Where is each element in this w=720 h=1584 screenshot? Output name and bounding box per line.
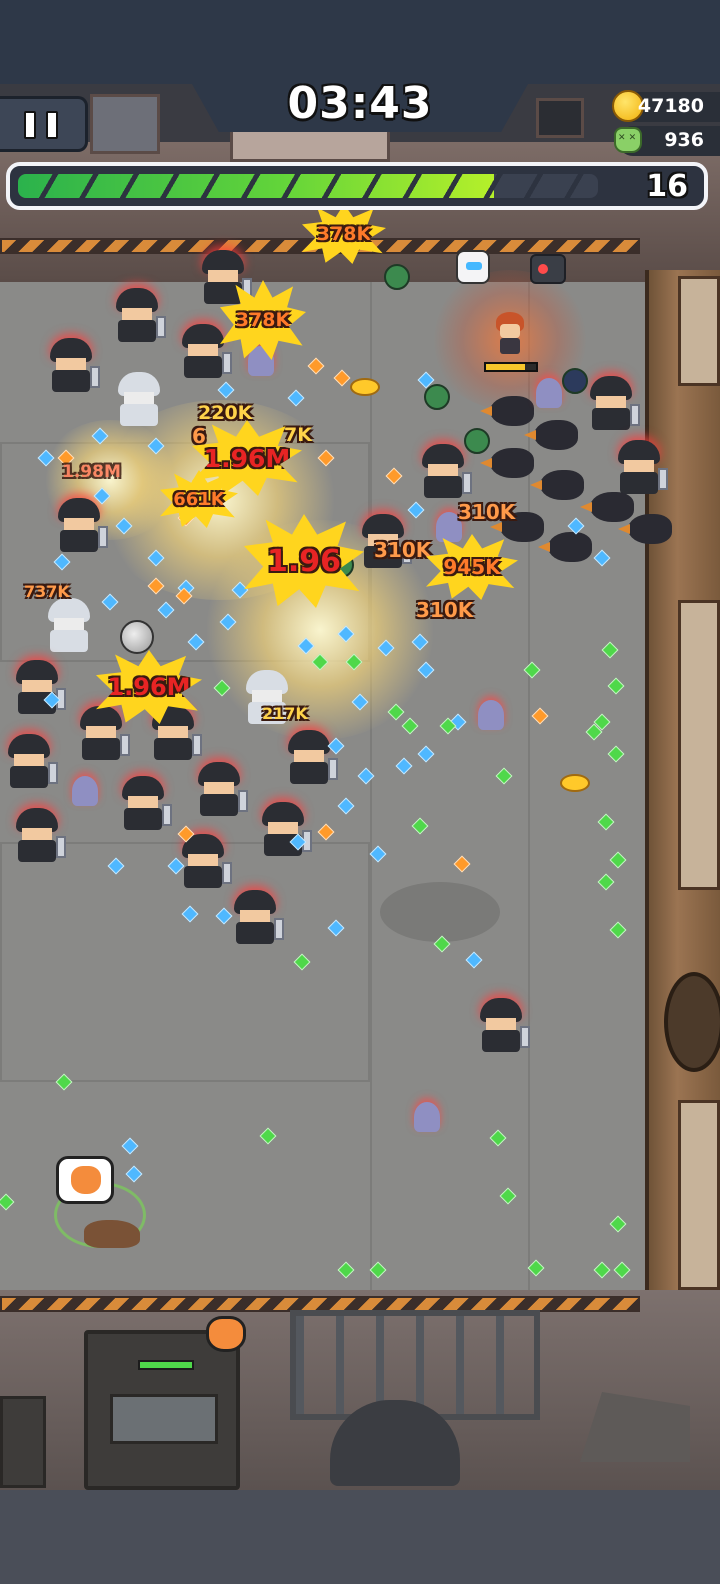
riot-guard-enemy [260, 802, 312, 858]
worm-enemy [72, 776, 98, 806]
riot-guard-enemy [420, 444, 472, 500]
grenade-projectile [464, 428, 490, 454]
crow-enemy [538, 532, 592, 562]
riot-guard-enemy [588, 376, 640, 432]
crow-enemy [580, 492, 634, 522]
damage-number: 1.96M [107, 673, 191, 701]
survival-timer: 03:43 [287, 78, 433, 129]
riot-guard-enemy [232, 890, 284, 946]
damage-number: 737K [24, 582, 70, 601]
hatch [664, 972, 720, 1072]
crow-enemy [480, 396, 534, 426]
generator-machine [84, 1330, 240, 1490]
riot-guard-enemy [114, 288, 166, 344]
grenade-projectile [424, 384, 450, 410]
grenade-projectile [384, 264, 410, 290]
player-level: 16 [646, 169, 688, 204]
damage-number: 1.96M [203, 443, 291, 473]
player-health-bar [484, 362, 538, 372]
kill-count: 936 [664, 129, 704, 151]
damage-number: 220K [198, 402, 253, 424]
crying-cat-icon [71, 1166, 101, 1194]
xp-bar: 16 [6, 162, 708, 210]
worm-enemy [536, 378, 562, 408]
soccer-ball-projectile [120, 620, 154, 654]
riot-guard-enemy [48, 338, 100, 394]
kill-counter: 936 [614, 126, 720, 156]
frozen-enemy [116, 372, 162, 428]
crow-enemy [530, 470, 584, 500]
damage-number: 310K [374, 538, 432, 562]
xp-track [18, 174, 598, 198]
damage-number: 661K [173, 488, 225, 510]
damage-number: 310K [458, 500, 516, 524]
damage-number: 1.96 [266, 543, 342, 579]
riot-guard-enemy [56, 498, 108, 554]
damage-number: 378K [316, 223, 372, 245]
dog-pet [84, 1220, 140, 1248]
gold-amount: 47180 [637, 95, 704, 117]
pause-icon [24, 111, 36, 139]
damage-number: 378K [235, 309, 291, 331]
worm-enemy [414, 1102, 440, 1132]
riot-guard-enemy [120, 776, 172, 832]
damage-number: 945K [443, 555, 501, 579]
riot-guard-enemy [286, 730, 338, 786]
crow-enemy [480, 448, 534, 478]
pause-icon [46, 111, 58, 139]
locker [678, 600, 720, 890]
pause-button[interactable] [0, 96, 88, 152]
riot-guard-enemy [6, 734, 58, 790]
worm-enemy [478, 700, 504, 730]
riot-guard-enemy [180, 324, 232, 380]
frozen-enemy [46, 598, 92, 654]
hud-top-bar [0, 0, 720, 84]
riot-guard-enemy [14, 808, 66, 864]
locker [678, 276, 720, 386]
bomb-projectile [562, 368, 588, 394]
drone-companion [456, 250, 490, 284]
riot-guard-enemy [616, 440, 668, 496]
damage-number: 310K [416, 598, 474, 622]
side-machine [0, 1396, 46, 1488]
locker [678, 1100, 720, 1290]
riot-guard-enemy [78, 706, 130, 762]
gold-pickup[interactable] [560, 774, 590, 792]
skull-icon [614, 127, 642, 153]
riot-guard-enemy [180, 834, 232, 890]
gold-pickup[interactable] [350, 378, 380, 396]
riot-guard-enemy [196, 762, 248, 818]
riot-guard-enemy [14, 660, 66, 716]
crying-cat-icon [206, 1316, 246, 1352]
damage-number: 1.98M [62, 462, 121, 482]
riot-guard-enemy [478, 998, 530, 1054]
crow-enemy [618, 514, 672, 544]
damage-number: 7K [284, 424, 312, 446]
turret-companion [530, 254, 566, 284]
gold-counter: 47180 [612, 90, 720, 122]
damage-number: 217K [262, 704, 308, 723]
crow-enemy [524, 420, 578, 450]
player-character [494, 312, 526, 354]
game-stage: 378K 378K 220K 6 7K 1.96M 1.98M 661K 1.9… [0, 0, 720, 1584]
pet-speech-bubble [56, 1156, 114, 1204]
damage-number: 6 [192, 424, 206, 448]
